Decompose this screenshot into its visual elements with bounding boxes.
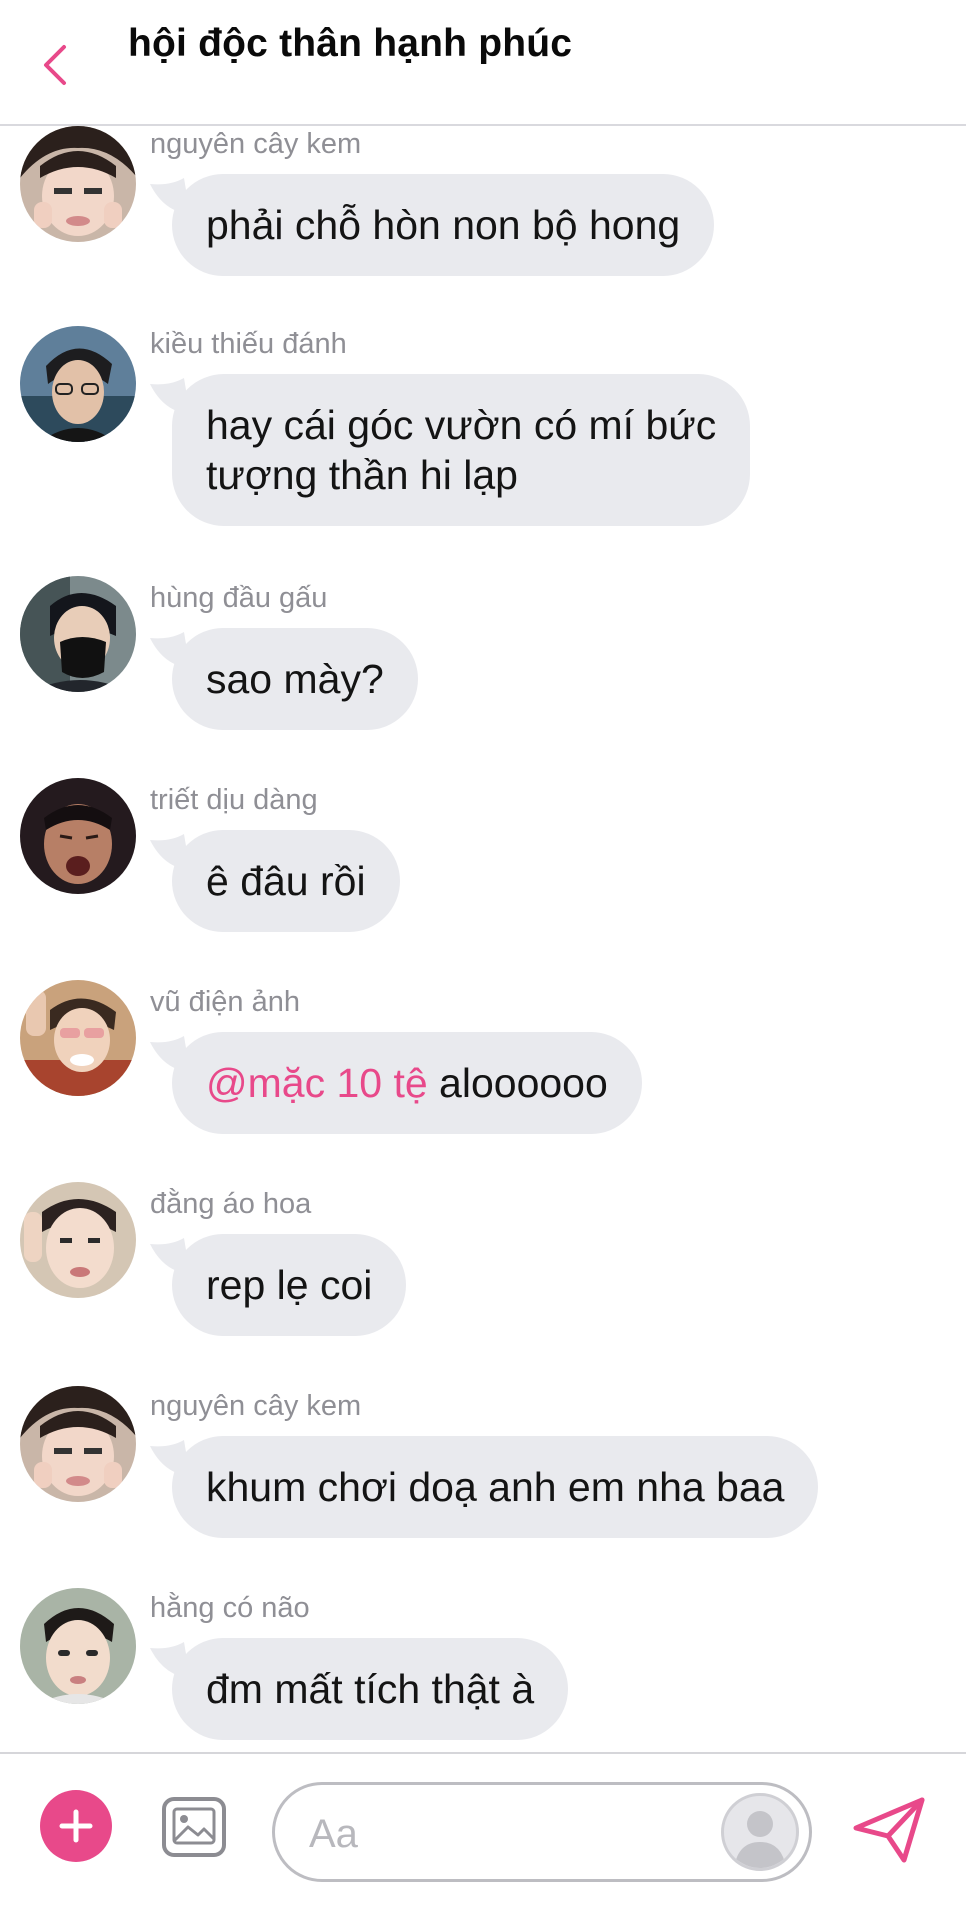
composer-divider [0, 1752, 966, 1754]
avatar[interactable] [20, 1182, 136, 1298]
message-bubble[interactable]: hay cái góc vườn có mí bức tượng thần hi… [172, 374, 751, 526]
message-bubble[interactable]: đm mất tích thật à [172, 1638, 569, 1740]
chat-title[interactable]: hội độc thân hạnh phúc [128, 22, 572, 72]
message-bubble[interactable]: @mặc 10 tệ aloooooo [172, 1032, 642, 1134]
message-bubble[interactable]: ê đâu rồi [172, 830, 400, 932]
image-picker-button[interactable] [160, 1793, 228, 1861]
message-bubble[interactable]: rep lẹ coi [172, 1234, 407, 1336]
sender-name: hằng có não [150, 1592, 310, 1624]
avatar[interactable] [20, 126, 136, 242]
user-silhouette-icon [734, 1811, 786, 1868]
avatar[interactable] [20, 778, 136, 894]
message-text: phải chỗ hòn non bộ hong [206, 202, 681, 248]
message-text: sao mày? [206, 656, 384, 702]
message-text: aloooooo [427, 1060, 608, 1106]
plus-icon [59, 1809, 93, 1843]
avatar[interactable] [20, 576, 136, 692]
message-text: đm mất tích thật à [206, 1666, 535, 1712]
message-text: ê đâu rồi [206, 858, 366, 904]
chat-screen: nguyên cây kem phải chỗ hòn non bộ hong [0, 0, 966, 1920]
image-icon [162, 1797, 226, 1857]
send-icon [853, 1797, 925, 1863]
header-divider [0, 124, 966, 126]
avatar[interactable] [20, 980, 136, 1096]
mention-link[interactable]: @mặc 10 tệ [206, 1060, 428, 1106]
sender-name: vũ điện ảnh [150, 986, 300, 1018]
quick-reply-avatar-button[interactable] [721, 1793, 799, 1871]
message-text: khum chơi doạ anh em nha baa [206, 1464, 785, 1510]
message-bubble[interactable]: khum chơi doạ anh em nha baa [172, 1436, 819, 1538]
message-text: rep lẹ coi [206, 1262, 373, 1308]
sender-name: nguyên cây kem [150, 1390, 362, 1422]
sender-name: hùng đầu gấu [150, 582, 328, 614]
message-input-box[interactable] [272, 1782, 812, 1882]
back-button[interactable] [30, 40, 80, 90]
avatar[interactable] [20, 1588, 136, 1704]
message-input[interactable] [309, 1809, 669, 1859]
message-bubble[interactable]: sao mày? [172, 628, 418, 730]
send-button[interactable] [852, 1796, 928, 1866]
sender-name: triết dịu dàng [150, 784, 318, 816]
avatar[interactable] [20, 326, 136, 442]
sender-name: nguyên cây kem [150, 128, 362, 160]
avatar[interactable] [20, 1386, 136, 1502]
chevron-left-icon [44, 45, 66, 85]
message-text-line: hay cái góc vườn có mí bức [206, 402, 717, 448]
sender-name: kiều thiếu đánh [150, 328, 347, 360]
chat-header: hội độc thân hạnh phúc [0, 0, 966, 125]
message-list[interactable]: nguyên cây kem phải chỗ hòn non bộ hong [0, 0, 966, 1740]
message-bubble[interactable]: phải chỗ hòn non bộ hong [172, 174, 715, 276]
add-button[interactable] [40, 1790, 112, 1862]
sender-name: đằng áo hoa [150, 1188, 312, 1220]
message-text-line: tượng thần hi lạp [206, 452, 518, 498]
